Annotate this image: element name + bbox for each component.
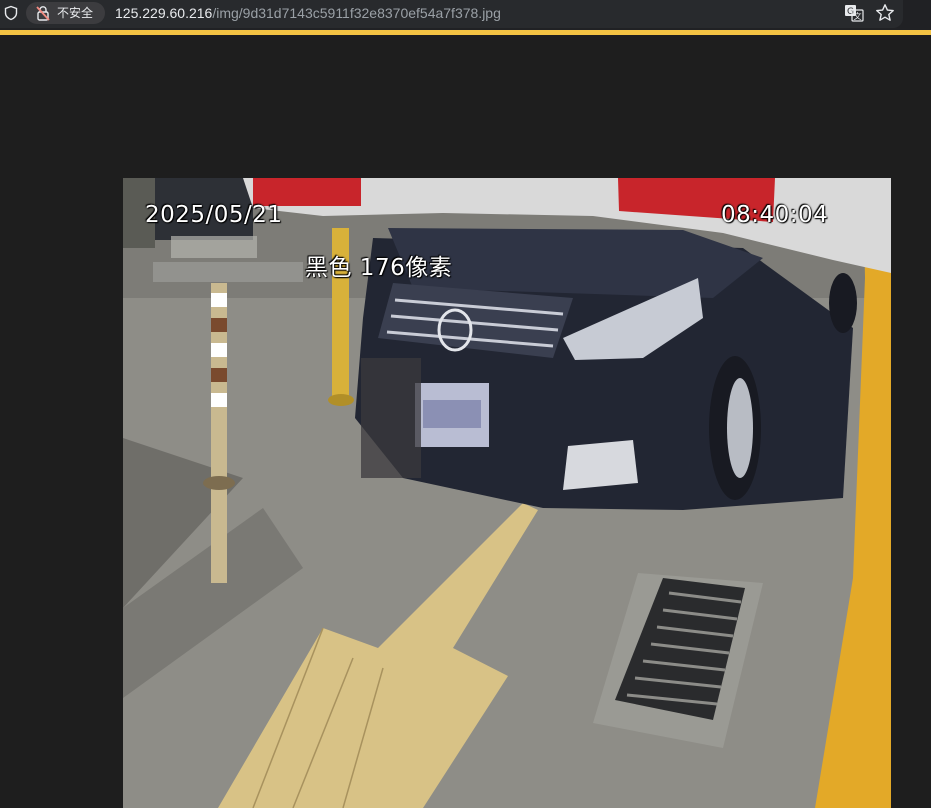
security-label: 不安全: [57, 6, 94, 20]
url-host: 125.229.60.216: [115, 5, 213, 21]
security-indicator[interactable]: 不安全: [26, 2, 105, 24]
blurred-label: [171, 236, 257, 258]
overlay-plate-info: 黑色 176像素: [305, 255, 453, 281]
translate-icon[interactable]: G 文: [844, 4, 864, 22]
pixelated-area: [361, 358, 421, 478]
svg-text:文: 文: [854, 11, 862, 21]
url-text[interactable]: 125.229.60.216/img/9d31d7143c5911f32e837…: [115, 4, 501, 22]
overlay-time: 08:40:04: [721, 202, 829, 228]
camera-scene: [123, 178, 891, 808]
rear-wheel: [829, 273, 857, 333]
url-path: /img/9d31d7143c5911f32e8370ef54a7f378.jp…: [212, 5, 501, 21]
loading-accent-bar: [0, 30, 931, 35]
camera-image: 2025/05/21 08:40:04 黑色 176像素: [123, 178, 891, 808]
overlay-date: 2025/05/21: [145, 202, 283, 228]
browser-window: 不安全 125.229.60.216/img/9d31d7143c5911f32…: [0, 0, 931, 808]
toolbar: 不安全 125.229.60.216/img/9d31d7143c5911f32…: [0, 0, 931, 30]
fog-light: [563, 440, 638, 490]
address-bar[interactable]: 不安全 125.229.60.216/img/9d31d7143c5911f32…: [0, 0, 903, 28]
shield-icon[interactable]: [3, 5, 19, 21]
lock-warning-icon: [36, 6, 50, 21]
blurred-plate-text: [153, 262, 303, 282]
star-icon[interactable]: [875, 3, 895, 23]
